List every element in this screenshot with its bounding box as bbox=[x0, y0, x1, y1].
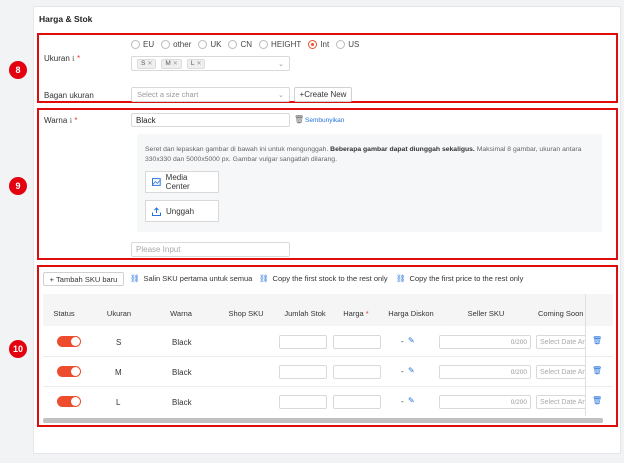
edit-icon[interactable]: ✎ bbox=[408, 396, 415, 405]
radio-other[interactable]: other bbox=[161, 40, 191, 49]
discount-value: - bbox=[401, 367, 404, 376]
info-icon: ℹ bbox=[72, 56, 75, 63]
link-icon: ⛓ bbox=[130, 274, 140, 283]
row-color: Black bbox=[172, 338, 192, 347]
radio-int[interactable]: Int bbox=[308, 40, 329, 49]
media-center-button[interactable]: Media Center bbox=[145, 171, 219, 193]
row-size: S bbox=[116, 338, 122, 347]
image-icon bbox=[152, 178, 161, 186]
col-seller-sku: Seller SKU bbox=[467, 309, 505, 318]
price-input[interactable] bbox=[333, 395, 381, 409]
col-discount: Harga Diskon bbox=[388, 309, 434, 318]
col-color: Warna bbox=[170, 309, 192, 318]
trash-icon[interactable]: 🗑 bbox=[592, 336, 602, 345]
plus-icon: + bbox=[49, 274, 55, 284]
radio-cn[interactable]: CN bbox=[228, 40, 252, 49]
size-tag-s: S ✕ bbox=[137, 58, 157, 69]
badge-10: 10 bbox=[9, 340, 27, 358]
radio-eu[interactable]: EU bbox=[131, 40, 154, 49]
status-toggle[interactable] bbox=[57, 366, 81, 377]
chevron-down-icon: ⌄ bbox=[278, 60, 284, 68]
stock-input[interactable] bbox=[279, 335, 327, 349]
hide-link[interactable]: Sembunyikan bbox=[305, 117, 344, 124]
upload-hint: Seret dan lepaskan gambar di bawah ini u… bbox=[145, 146, 582, 163]
edit-icon[interactable]: ✎ bbox=[408, 366, 415, 375]
new-color-input[interactable]: Please Input bbox=[131, 242, 290, 257]
copy-stock-action[interactable]: ⛓ Copy the first stock to the rest only bbox=[259, 274, 388, 283]
copy-price-action[interactable]: ⛓ Copy the first price to the rest only bbox=[396, 274, 523, 283]
coming-soon-date-input[interactable]: Select Date And Time bbox=[536, 335, 586, 349]
radio-height[interactable]: HEIGHT bbox=[259, 40, 301, 49]
color-input[interactable]: Black bbox=[131, 113, 290, 127]
row-size: M bbox=[115, 368, 122, 377]
horizontal-scrollbar[interactable] bbox=[43, 418, 603, 423]
status-toggle[interactable] bbox=[57, 336, 81, 347]
radio-uk[interactable]: UK bbox=[198, 40, 221, 49]
radio-us[interactable]: US bbox=[336, 40, 359, 49]
badge-8: 8 bbox=[9, 61, 27, 79]
status-toggle[interactable] bbox=[57, 396, 81, 407]
upload-icon bbox=[152, 206, 161, 216]
size-chart-label: Bagan ukuran bbox=[44, 91, 94, 100]
tag-remove-icon[interactable]: ✕ bbox=[173, 60, 178, 67]
coming-soon-date-input[interactable]: Select Date And Time bbox=[536, 365, 586, 379]
col-stock: Jumlah Stok bbox=[284, 309, 326, 318]
info-icon: ℹ bbox=[69, 118, 73, 125]
row-divider bbox=[43, 386, 613, 387]
add-sku-button[interactable]: + Tambah SKU baru bbox=[43, 272, 124, 286]
badge-9: 9 bbox=[9, 177, 27, 195]
tag-remove-icon[interactable]: ✕ bbox=[196, 60, 201, 67]
color-label: Warna ℹ * bbox=[44, 116, 78, 125]
stock-input[interactable] bbox=[279, 365, 327, 379]
col-shop-sku: Shop SKU bbox=[228, 309, 264, 318]
link-icon: ⛓ bbox=[396, 274, 406, 283]
tag-remove-icon[interactable]: ✕ bbox=[147, 60, 152, 67]
seller-sku-input[interactable]: 0/200 bbox=[439, 335, 531, 349]
size-tag-m: M ✕ bbox=[161, 58, 182, 69]
col-price: Harga * bbox=[343, 309, 369, 318]
row-size: L bbox=[116, 398, 121, 407]
discount-value: - bbox=[401, 337, 404, 346]
row-divider bbox=[43, 356, 613, 357]
copy-sku-action[interactable]: ⛓ Salin SKU pertama untuk semua bbox=[130, 274, 252, 283]
price-input[interactable] bbox=[333, 365, 381, 379]
edit-icon[interactable]: ✎ bbox=[408, 336, 415, 345]
trash-icon[interactable]: 🗑 bbox=[294, 115, 304, 124]
size-tags-select[interactable]: S ✕ M ✕ L ✕ ⌄ bbox=[131, 56, 290, 71]
discount-value: - bbox=[401, 397, 404, 406]
col-size: Ukuran bbox=[106, 309, 132, 318]
upload-button[interactable]: Unggah bbox=[145, 200, 219, 222]
col-status: Status bbox=[53, 309, 75, 318]
coming-soon-date-input[interactable]: Select Date And Time bbox=[536, 395, 586, 409]
seller-sku-input[interactable]: 0/200 bbox=[439, 395, 531, 409]
size-tag-l: L ✕ bbox=[186, 58, 206, 69]
size-label: Ukuran ℹ * bbox=[44, 54, 81, 63]
trash-icon[interactable]: 🗑 bbox=[592, 366, 602, 375]
chevron-down-icon: ⌄ bbox=[278, 91, 284, 99]
size-chart-select[interactable]: Select a size chart ⌄ bbox=[131, 87, 290, 102]
size-system-radios: EU other UK CN HEIGHT Int US bbox=[131, 40, 366, 49]
sticky-column-divider bbox=[585, 294, 586, 416]
trash-icon[interactable]: 🗑 bbox=[592, 396, 602, 405]
price-input[interactable] bbox=[333, 335, 381, 349]
row-color: Black bbox=[172, 368, 192, 377]
seller-sku-input[interactable]: 0/200 bbox=[439, 365, 531, 379]
stock-input[interactable] bbox=[279, 395, 327, 409]
create-size-chart-button[interactable]: + Create New bbox=[294, 87, 352, 102]
section-title: Harga & Stok bbox=[39, 14, 93, 24]
link-icon: ⛓ bbox=[259, 274, 269, 283]
row-color: Black bbox=[172, 398, 192, 407]
